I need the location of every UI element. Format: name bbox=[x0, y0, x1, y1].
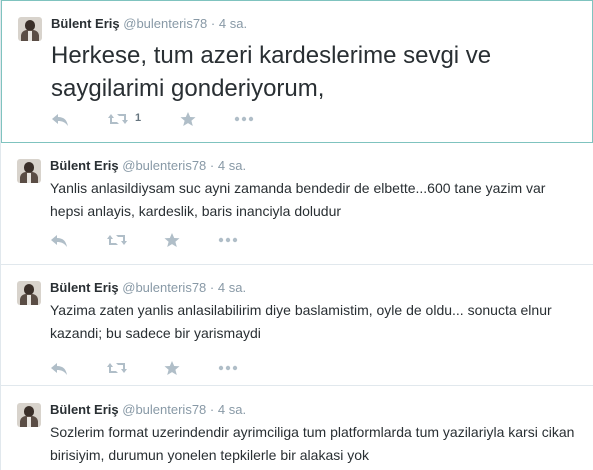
more-icon[interactable] bbox=[218, 360, 238, 376]
author-username[interactable]: @bulenteris78 bbox=[123, 16, 207, 31]
avatar[interactable] bbox=[17, 159, 41, 183]
reply-icon[interactable] bbox=[50, 360, 68, 376]
author-username[interactable]: @bulenteris78 bbox=[122, 158, 206, 173]
tweet-timestamp[interactable]: 4 sa. bbox=[218, 280, 246, 295]
author-fullname[interactable]: Bülent Eriş bbox=[51, 16, 120, 31]
tweet-item[interactable]: Bülent Eriş @bulenteris78 · 4 sa. Sozler… bbox=[1, 386, 593, 470]
tweet-text: Sozlerim format uzerindendir ayrimciliga… bbox=[50, 424, 575, 463]
more-icon[interactable] bbox=[218, 232, 238, 248]
tweet-text: Yazima zaten yanlis anlasilabilirim diye… bbox=[50, 302, 552, 341]
avatar[interactable] bbox=[17, 281, 41, 305]
tweet-timestamp[interactable]: 4 sa. bbox=[219, 16, 247, 31]
tweet-timestamp[interactable]: 4 sa. bbox=[218, 158, 246, 173]
favorite-icon[interactable] bbox=[163, 232, 181, 248]
avatar[interactable] bbox=[18, 17, 42, 41]
author-username[interactable]: @bulenteris78 bbox=[122, 402, 206, 417]
tweet-header: Bülent Eriş @bulenteris78 · 4 sa. bbox=[50, 280, 246, 295]
retweet-count: 1 bbox=[135, 112, 142, 124]
tweet-timestamp[interactable]: 4 sa. bbox=[218, 402, 246, 417]
separator-dot: · bbox=[209, 158, 215, 173]
avatar[interactable] bbox=[17, 403, 41, 427]
author-username[interactable]: @bulenteris78 bbox=[122, 280, 206, 295]
retweet-icon[interactable] bbox=[106, 360, 128, 376]
tweet-item[interactable]: Bülent Eriş @bulenteris78 · 4 sa. Yanlis… bbox=[1, 148, 593, 265]
separator-dot: · bbox=[210, 16, 216, 31]
separator-dot: · bbox=[209, 402, 215, 417]
tweet-header: Bülent Eriş @bulenteris78 · 4 sa. bbox=[51, 16, 247, 31]
favorite-icon[interactable] bbox=[179, 111, 197, 127]
tweet-text: Herkese, tum azeri kardeslerime sevgi ve… bbox=[51, 42, 492, 102]
tweet-text: Yanlis anlasildiysam suc ayni zamanda be… bbox=[50, 180, 546, 219]
author-fullname[interactable]: Bülent Eriş bbox=[50, 158, 119, 173]
favorite-icon[interactable] bbox=[163, 360, 181, 376]
tweet-item[interactable]: Bülent Eriş @bulenteris78 · 4 sa. Yazima… bbox=[1, 265, 593, 386]
tweet-timeline: Bülent Eriş @bulenteris78 · 4 sa. Herkes… bbox=[0, 0, 593, 470]
more-icon[interactable] bbox=[234, 111, 254, 127]
reply-icon[interactable] bbox=[50, 232, 68, 248]
tweet-header: Bülent Eriş @bulenteris78 · 4 sa. bbox=[50, 402, 246, 417]
separator-dot: · bbox=[209, 280, 215, 295]
retweet-icon[interactable]: 1 bbox=[107, 111, 141, 127]
tweet-header: Bülent Eriş @bulenteris78 · 4 sa. bbox=[50, 158, 246, 173]
author-fullname[interactable]: Bülent Eriş bbox=[50, 280, 119, 295]
reply-icon[interactable] bbox=[51, 111, 69, 127]
author-fullname[interactable]: Bülent Eriş bbox=[50, 402, 119, 417]
retweet-icon[interactable] bbox=[106, 232, 128, 248]
tweet-item[interactable]: Bülent Eriş @bulenteris78 · 4 sa. Herkes… bbox=[1, 0, 593, 143]
